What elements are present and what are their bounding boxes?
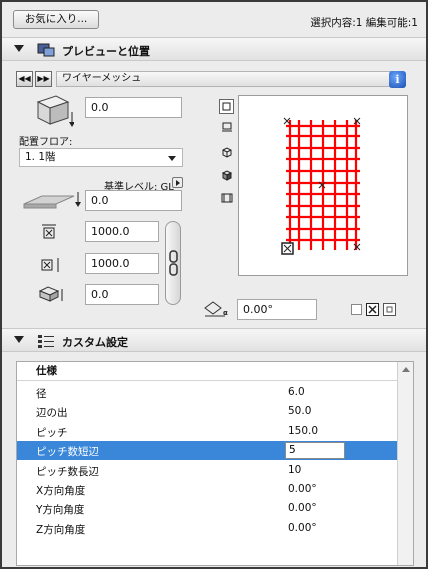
object-name-field: ワイヤーメッシュ bbox=[56, 71, 396, 87]
row-key: 辺の出 bbox=[36, 407, 68, 420]
arrow-right-icon bbox=[176, 180, 180, 186]
preview-canvas[interactable] bbox=[238, 95, 408, 276]
favorites-button[interactable]: お気に入り... bbox=[13, 10, 99, 29]
row-value: 0.00° bbox=[288, 502, 317, 515]
row-value: 0.00° bbox=[288, 483, 317, 495]
offset-input[interactable]: 0.0 bbox=[85, 97, 182, 118]
elevation-input[interactable]: 0.0 bbox=[85, 190, 182, 211]
row-key: Z方向角度 bbox=[36, 523, 86, 536]
custom-settings-icon bbox=[38, 335, 54, 348]
height-input[interactable]: 0.0 bbox=[85, 284, 159, 305]
previous-object-button[interactable]: ◀◀ bbox=[16, 71, 33, 87]
view-2d-button[interactable] bbox=[219, 99, 234, 114]
table-row[interactable]: ピッチ 150.0 bbox=[17, 422, 398, 441]
view-3d-solid-button[interactable] bbox=[219, 169, 234, 184]
selection-info: 選択内容:1 編集可能:1 bbox=[310, 17, 418, 29]
row-value-input[interactable]: 5 bbox=[285, 442, 345, 460]
chain-link-icon bbox=[169, 250, 178, 276]
parameter-table: 仕様 径 6.0 辺の出 50.0 ピッチ 150.0 ピッチ数短辺 5 ピッチ数長辺 10 X方向… bbox=[16, 361, 414, 566]
depth-input[interactable]: 1000.0 bbox=[85, 253, 159, 274]
film-strip-icon bbox=[221, 193, 232, 203]
table-row[interactable]: ピッチ数長辺 10 bbox=[17, 461, 398, 480]
table-row[interactable]: 辺の出 50.0 bbox=[17, 402, 398, 421]
info-button[interactable]: i bbox=[389, 71, 406, 88]
row-key: X方向角度 bbox=[36, 485, 86, 497]
rotation-angle-icon: α bbox=[204, 301, 228, 317]
row-value: 50.0 bbox=[288, 405, 312, 418]
table-row[interactable]: ピッチ数短辺 5 bbox=[17, 441, 398, 461]
row-key: ピッチ bbox=[36, 426, 68, 439]
row-key: 径 bbox=[36, 388, 47, 400]
row-key: ピッチ数短辺 bbox=[36, 446, 99, 459]
width-icon bbox=[42, 224, 56, 239]
mirror-checkbox[interactable] bbox=[351, 304, 362, 315]
height-icon bbox=[38, 286, 63, 302]
custom-section-title: カスタム設定 bbox=[62, 336, 128, 349]
preview-section-title: プレビューと位置 bbox=[62, 45, 150, 58]
row-value: 10 bbox=[288, 463, 302, 476]
table-row[interactable]: 径 6.0 bbox=[17, 383, 398, 402]
reference-level-button[interactable] bbox=[172, 177, 183, 188]
row-value: 0.00° bbox=[288, 521, 317, 534]
mesh-grid bbox=[286, 120, 360, 250]
side-view-icon bbox=[221, 122, 232, 132]
custom-section-header[interactable]: カスタム設定 bbox=[2, 328, 426, 352]
top-bar: お気に入り... 選択内容:1 編集可能:1 bbox=[2, 2, 426, 36]
wire-mesh-preview bbox=[281, 117, 361, 255]
cube-solid-icon bbox=[221, 170, 232, 181]
preview-section-header[interactable]: プレビューと位置 bbox=[2, 37, 426, 61]
next-object-button[interactable]: ▶▶ bbox=[35, 71, 52, 87]
table-scrollbar[interactable] bbox=[397, 362, 413, 565]
floor-dropdown[interactable]: 1. 1階 bbox=[19, 148, 183, 167]
preview-position-icon bbox=[37, 43, 55, 57]
table-row[interactable]: X方向角度 0.00° bbox=[17, 480, 398, 499]
table-row[interactable]: Z方向角度 0.00° bbox=[17, 519, 398, 538]
chevron-down-icon bbox=[168, 156, 176, 161]
row-value: 6.0 bbox=[288, 386, 305, 398]
floor-label: 配置フロア: bbox=[19, 137, 73, 148]
row-key: ピッチ数長辺 bbox=[36, 465, 99, 478]
elevation-plane-icon bbox=[23, 192, 81, 209]
depth-icon bbox=[41, 258, 59, 272]
anchor-point-small-icon[interactable] bbox=[383, 303, 396, 316]
row-value: 150.0 bbox=[288, 424, 319, 437]
offset-box-icon bbox=[36, 95, 74, 127]
anchor-box-icon[interactable] bbox=[366, 303, 379, 316]
scroll-up-icon[interactable] bbox=[402, 367, 410, 372]
view-side-button[interactable] bbox=[219, 121, 234, 136]
view-film-button[interactable] bbox=[219, 192, 234, 207]
collapse-triangle-icon[interactable] bbox=[14, 45, 24, 52]
object-nav-row: ◀◀ ▶▶ ワイヤーメッシュ i bbox=[16, 71, 406, 88]
table-row[interactable]: Y方向角度 0.00° bbox=[17, 499, 398, 518]
collapse-triangle-icon[interactable] bbox=[14, 336, 24, 343]
svg-text:α: α bbox=[223, 309, 228, 317]
proportion-lock-button[interactable] bbox=[165, 221, 181, 305]
floor-dropdown-value: 1. 1階 bbox=[25, 151, 56, 163]
rotation-angle-input[interactable]: 0.00° bbox=[237, 299, 317, 320]
view-3d-wire-button[interactable] bbox=[219, 146, 234, 161]
square-icon bbox=[222, 102, 231, 111]
width-input[interactable]: 1000.0 bbox=[85, 221, 159, 242]
cube-wire-icon bbox=[222, 147, 231, 158]
row-key: Y方向角度 bbox=[36, 504, 85, 517]
table-header: 仕様 bbox=[17, 362, 398, 381]
